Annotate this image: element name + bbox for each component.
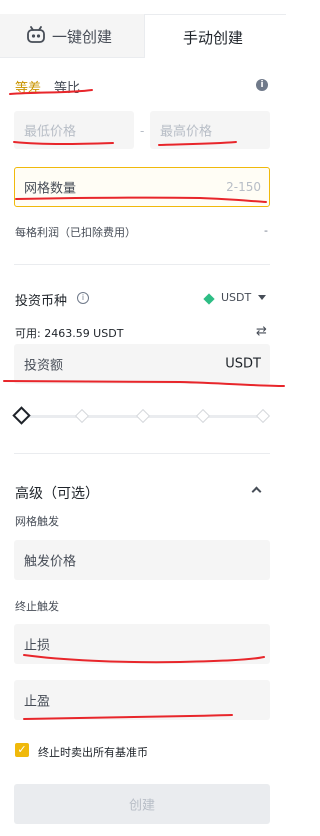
slider-thumb[interactable]: [12, 406, 31, 425]
stop-loss-input[interactable]: 止损: [14, 624, 270, 664]
create-button-label: 创建: [128, 798, 155, 814]
stop-loss-placeholder: 止损: [24, 638, 51, 654]
profit-per-grid-value: -: [264, 224, 268, 237]
grid-count-placeholder: 网格数量: [24, 181, 77, 197]
create-mode-tabs: 一键创建 手动创建: [0, 0, 286, 58]
diamond-icon: [203, 293, 215, 305]
slider-step[interactable]: [255, 408, 271, 424]
info-icon[interactable]: i: [256, 79, 268, 91]
info-icon[interactable]: i: [77, 292, 89, 304]
trigger-price-input[interactable]: 触发价格: [14, 540, 270, 580]
investment-amount-placeholder: 投资额: [24, 358, 64, 374]
sell-all-label[interactable]: 终止时卖出所有基准币: [38, 744, 148, 760]
check-icon: ✓: [17, 743, 27, 756]
create-button[interactable]: 创建: [14, 784, 270, 824]
slider-step[interactable]: [195, 408, 211, 424]
grid-count-input[interactable]: 网格数量 2-150: [14, 167, 270, 207]
tab-quick-create[interactable]: 一键创建: [0, 14, 144, 58]
mode-geometric[interactable]: 等比: [54, 77, 80, 96]
take-profit-input[interactable]: 止盈: [14, 680, 270, 720]
stop-trigger-label: 终止触发: [15, 600, 59, 613]
advanced-title: 高级（可选）: [15, 486, 99, 502]
profit-per-grid-label: 每格利润（已扣除费用）: [15, 226, 136, 239]
slider-step[interactable]: [135, 408, 151, 424]
price-range-separator: -: [140, 124, 145, 138]
robot-icon: [27, 26, 45, 43]
investment-amount-unit: USDT: [225, 356, 261, 372]
mode-arithmetic[interactable]: 等差: [15, 77, 41, 96]
tab-quick-create-label: 一键创建: [52, 28, 113, 46]
min-price-input[interactable]: 最低价格: [14, 111, 134, 149]
divider: [14, 264, 270, 265]
available-balance: 可用: 2463.59 USDT: [15, 327, 124, 340]
slider-step[interactable]: [74, 408, 90, 424]
caret-down-icon[interactable]: [258, 295, 266, 300]
max-price-input[interactable]: 最高价格: [150, 111, 270, 149]
take-profit-placeholder: 止盈: [24, 694, 51, 710]
swap-icon[interactable]: ⇄: [256, 324, 267, 339]
grid-count-range: 2-150: [226, 180, 261, 194]
sell-all-checkbox[interactable]: ✓: [15, 743, 29, 757]
trigger-price-placeholder: 触发价格: [24, 554, 77, 570]
chevron-up-icon[interactable]: [251, 486, 262, 497]
grid-trigger-label: 网格触发: [15, 515, 59, 528]
tab-manual-create[interactable]: 手动创建: [144, 14, 286, 58]
max-price-placeholder: 最高价格: [160, 124, 213, 140]
tab-manual-create-label: 手动创建: [183, 29, 244, 47]
investment-currency-label: 投资币种: [15, 294, 68, 309]
min-price-placeholder: 最低价格: [24, 124, 77, 140]
divider: [14, 453, 270, 454]
investment-amount-input[interactable]: 投资额 USDT: [14, 344, 270, 384]
currency-select[interactable]: USDT: [221, 291, 251, 304]
